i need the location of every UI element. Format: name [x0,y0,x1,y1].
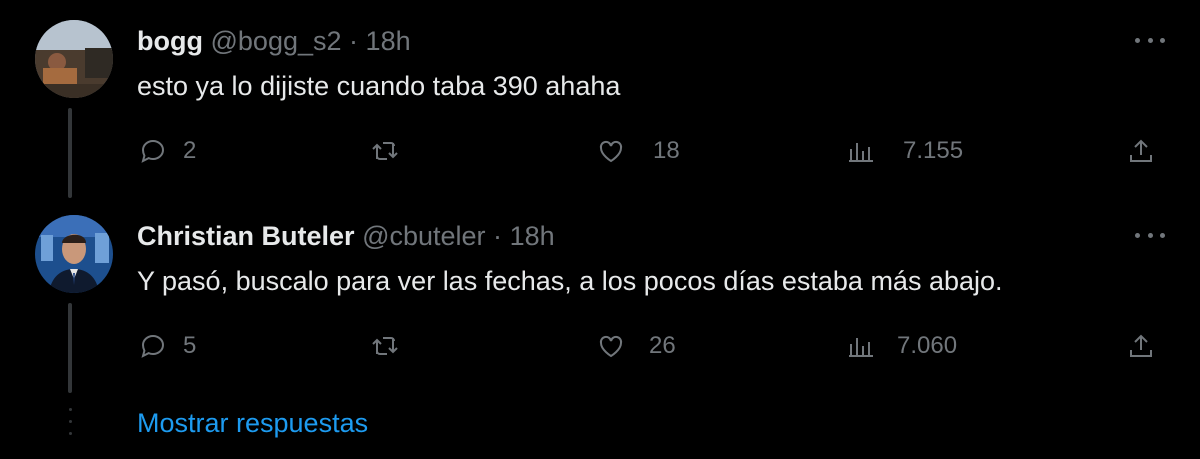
dot-icon [1135,232,1140,238]
retweet-button[interactable] [369,326,415,366]
like-button[interactable]: 26 [595,326,676,366]
show-replies-link[interactable]: Mostrar respuestas [137,406,368,440]
tweet-header: Christian Buteler @cbuteler · 18h [137,219,555,253]
heart-icon [599,140,623,163]
action-bar: 2 18 7.155 [137,131,1167,171]
avatar-image [35,20,113,98]
retweet-button[interactable] [369,131,415,171]
timestamp[interactable]: 18h [366,26,411,56]
timestamp[interactable]: 18h [510,221,555,251]
share-icon [1130,139,1152,162]
thread-dots [69,408,73,444]
retweet-icon [372,142,398,160]
separator: · [349,26,359,56]
author-name[interactable]: Christian Buteler [137,221,355,251]
dot-icon [1147,232,1153,238]
reply-count: 2 [183,137,197,164]
dot-icon [1135,37,1140,43]
reply-count: 5 [183,332,197,359]
author-handle[interactable]: @bogg_s2 [211,26,342,56]
tweet[interactable]: bogg @bogg_s2 · 18h esto ya lo dijiste c… [0,0,1200,200]
reply-icon [141,334,165,358]
share-button[interactable] [1125,326,1157,366]
thread-line [68,303,72,393]
reply-button[interactable]: 2 [137,131,196,171]
reply-button[interactable]: 5 [137,326,196,366]
dot-icon [1147,37,1153,43]
avatar-image [35,215,113,293]
thread-line [68,108,72,198]
tweet-header: bogg @bogg_s2 · 18h [137,24,411,58]
heart-icon [599,335,623,358]
like-button[interactable]: 18 [595,131,680,171]
avatar[interactable] [35,215,113,293]
author-name[interactable]: bogg [137,26,203,56]
views-button[interactable]: 7.155 [845,131,963,171]
separator: · [493,221,503,251]
tweet[interactable]: Christian Buteler @cbuteler · 18h Y pasó… [0,195,1200,400]
like-count: 26 [649,332,676,359]
more-options-button[interactable] [1135,225,1165,245]
share-button[interactable] [1125,131,1157,171]
tweet-text: esto ya lo dijiste cuando taba 390 ahaha [137,71,621,101]
author-handle[interactable]: @cbuteler [362,221,485,251]
views-count: 7.060 [897,332,958,359]
tweet-text: Y pasó, buscalo para ver las fechas, a l… [137,266,1003,296]
avatar[interactable] [35,20,113,98]
reply-icon [141,139,165,163]
more-options-button[interactable] [1135,30,1165,50]
like-count: 18 [653,137,680,164]
views-button[interactable]: 7.060 [845,326,957,366]
dot-icon [1160,232,1165,238]
share-icon [1130,334,1152,357]
action-bar: 5 26 7.060 [137,326,1167,366]
retweet-icon [372,337,398,355]
views-icon [849,338,873,357]
dot-icon [1160,37,1165,43]
views-count: 7.155 [903,137,964,164]
views-icon [849,143,873,162]
